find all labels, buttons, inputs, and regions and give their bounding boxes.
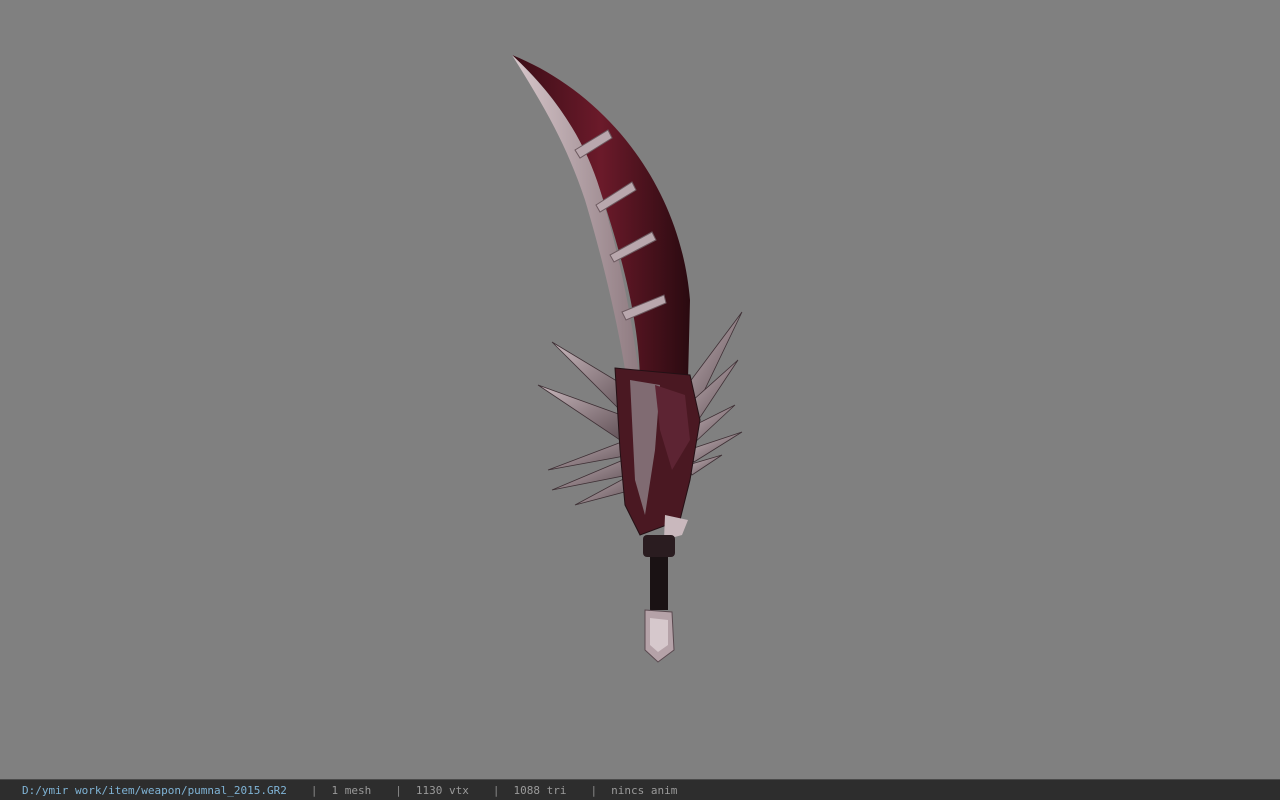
animation-status: nincs anim: [611, 783, 678, 797]
separator: |: [590, 783, 598, 797]
separator: |: [310, 783, 318, 797]
curved-dagger-model-icon: [512, 55, 743, 663]
3d-viewport[interactable]: [0, 0, 1280, 779]
vertex-count: 1130 vtx: [415, 783, 469, 797]
file-path: D:/ymir work/item/weapon/pumnal_2015.GR2: [22, 783, 287, 797]
separator: |: [395, 783, 402, 797]
status-bar: D:/ymir work/item/weapon/pumnal_2015.GR2…: [0, 779, 1280, 800]
triangle-count: 1088 tri: [513, 783, 567, 797]
mesh-count: 1 mesh: [331, 783, 372, 797]
separator: |: [492, 783, 500, 797]
